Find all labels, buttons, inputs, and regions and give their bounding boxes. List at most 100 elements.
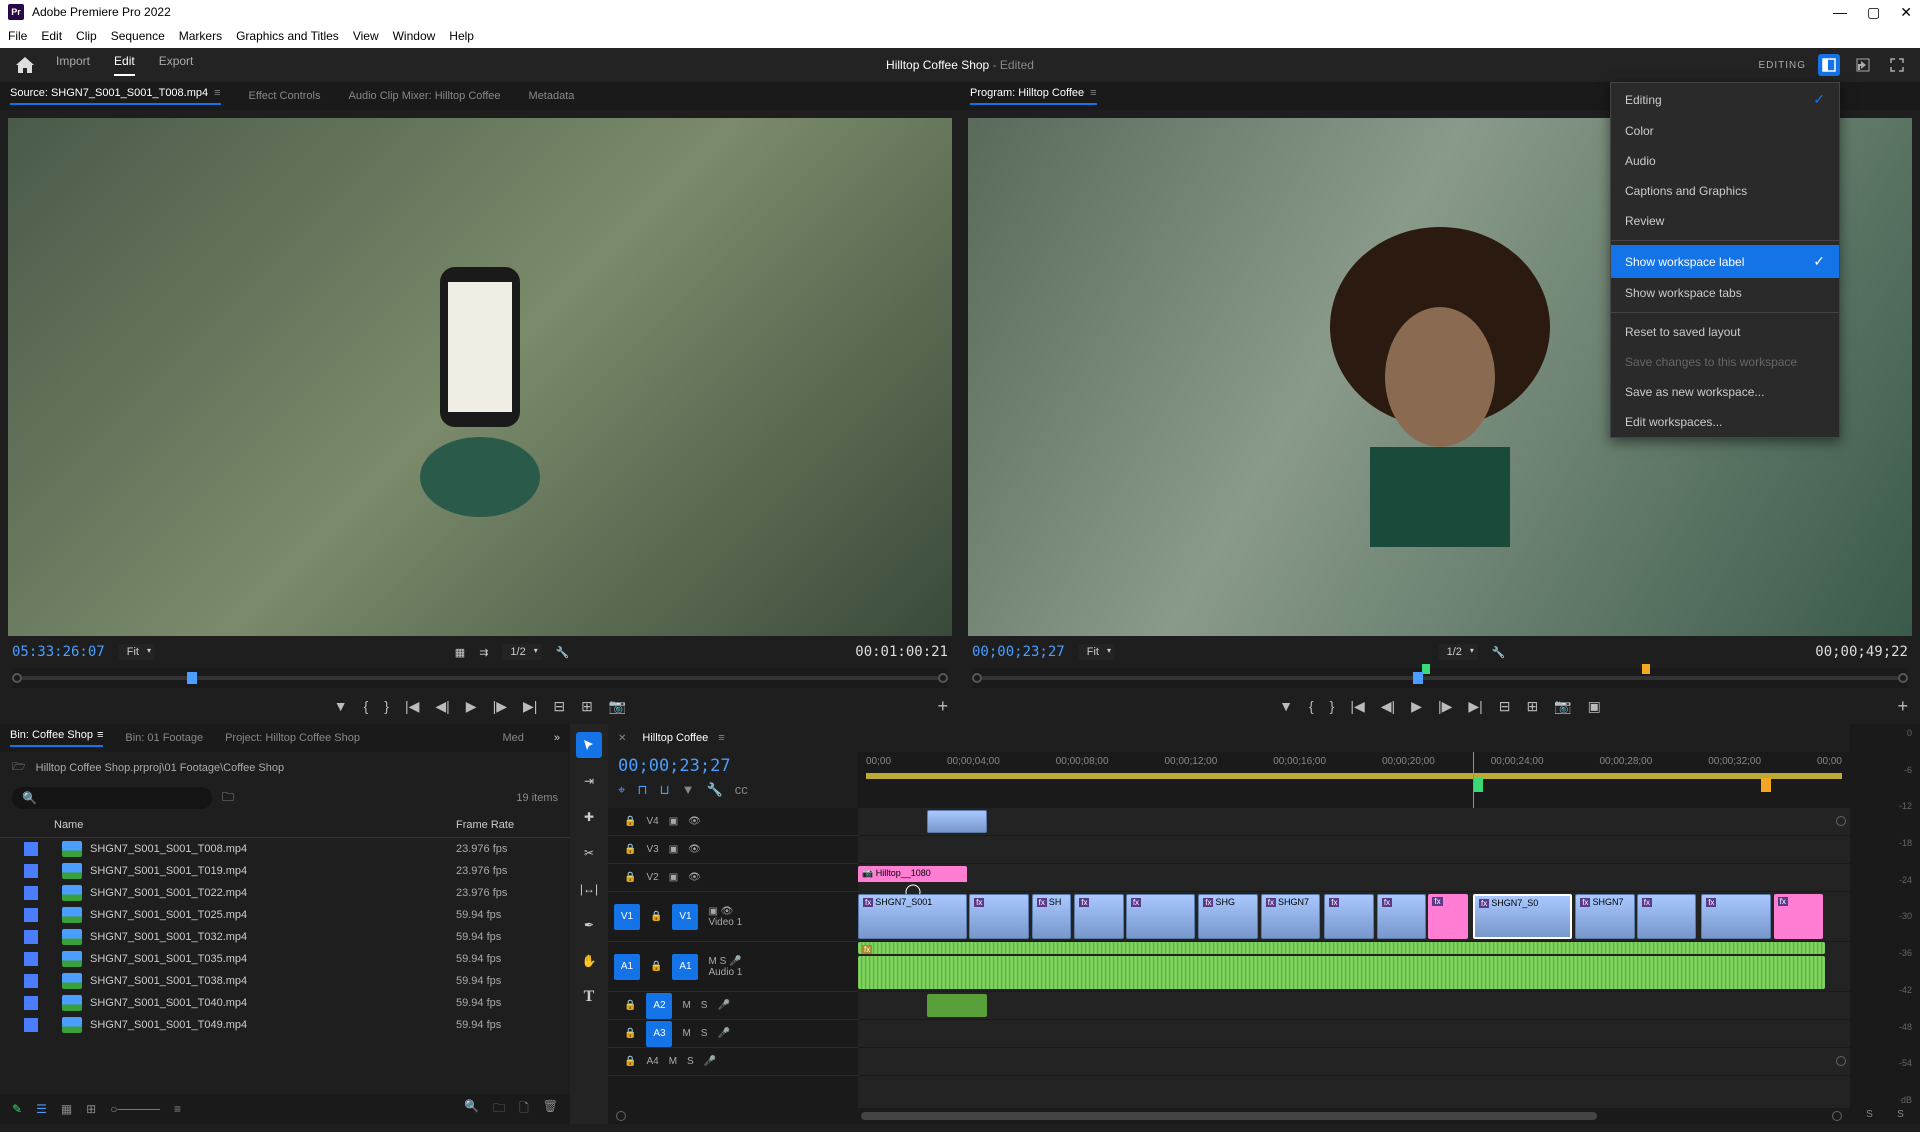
search-input[interactable]: 🔍 <box>12 787 212 809</box>
timeline-clip[interactable]: fxSH <box>1032 894 1072 939</box>
timeline-clip[interactable]: fx <box>1074 894 1124 939</box>
pen-tool[interactable]: ✒ <box>576 912 602 938</box>
timeline-timecode[interactable]: 00;00;23;27 <box>608 752 858 780</box>
timeline-ruler[interactable]: 00;0000;00;04;0000;00;08;0000;00;12;0000… <box>858 752 1850 808</box>
go-to-out-icon[interactable]: ▶| <box>1468 698 1482 715</box>
project-item[interactable]: SHGN7_S001_S001_T040.mp459.94 fps <box>0 992 570 1014</box>
button-editor-icon[interactable]: + <box>938 696 961 717</box>
export-frame-icon[interactable]: 📷 <box>609 698 626 715</box>
go-to-in-icon[interactable]: |◀ <box>1350 698 1364 715</box>
program-fit-dropdown[interactable]: Fit <box>1079 644 1115 660</box>
sort-icon[interactable]: ≡ <box>174 1102 181 1116</box>
workspace-item-save-as[interactable]: Save as new workspace... <box>1611 377 1839 407</box>
snap-icon[interactable]: ⌖ <box>618 782 625 798</box>
timeline-clip[interactable]: fxSHG <box>1198 894 1258 939</box>
workspace-item-editing[interactable]: Editing✓ <box>1611 83 1839 116</box>
timeline-audio-clip[interactable] <box>927 994 987 1017</box>
razor-tool[interactable]: ✂ <box>576 840 602 866</box>
lift-icon[interactable]: ⊟ <box>1499 698 1511 715</box>
marker-orange[interactable] <box>1761 778 1771 792</box>
zoom-slider[interactable]: ○───── <box>110 1102 160 1116</box>
close-sequence-icon[interactable] <box>618 732 632 744</box>
mark-out-icon[interactable]: } <box>1330 698 1335 714</box>
timeline-settings-icon[interactable]: ▼ <box>682 782 695 798</box>
timeline-clip[interactable]: fx <box>1428 894 1468 939</box>
menu-clip[interactable]: Clip <box>76 29 97 43</box>
panel-menu-icon[interactable]: ≡ <box>718 732 724 744</box>
track-a2[interactable]: A2 <box>646 993 672 1019</box>
type-tool[interactable]: T <box>576 984 602 1010</box>
timeline-clip[interactable]: fxSHGN7 <box>1575 894 1635 939</box>
menu-help[interactable]: Help <box>449 29 474 43</box>
pencil-icon[interactable]: ✎ <box>12 1102 22 1116</box>
captions-icon[interactable]: cc <box>735 782 748 798</box>
source-timecode-in[interactable]: 05:33:26:07 <box>12 644 105 660</box>
menu-file[interactable]: File <box>8 29 27 43</box>
bin-footage-tab[interactable]: Bin: 01 Footage <box>125 732 203 744</box>
maximize-button[interactable]: ▢ <box>1867 4 1880 21</box>
hand-tool[interactable]: ✋ <box>576 948 602 974</box>
step-forward-icon[interactable]: |▶ <box>1438 698 1452 715</box>
go-to-in-icon[interactable]: |◀ <box>405 698 419 715</box>
audio-clip-mixer-tab[interactable]: Audio Clip Mixer: Hilltop Coffee <box>349 90 501 102</box>
workspace-item-show-label[interactable]: Show workspace label✓ <box>1611 245 1839 278</box>
track-content[interactable]: 📷 Hilltop__1080 fxSHGN7_S001 fx fxSH fx … <box>858 808 1850 1108</box>
project-item[interactable]: SHGN7_S001_S001_T025.mp459.94 fps <box>0 904 570 926</box>
target-a1[interactable]: A1 <box>672 954 698 980</box>
program-timecode-in[interactable]: 00;00;23;27 <box>972 644 1065 660</box>
insert-icon[interactable]: ⊟ <box>553 698 565 715</box>
extract-icon[interactable]: ⊞ <box>1526 698 1538 715</box>
freeform-view-icon[interactable]: ⊞ <box>86 1102 96 1116</box>
timeline-clip[interactable]: fx <box>1377 894 1427 939</box>
workspace-item-show-tabs[interactable]: Show workspace tabs <box>1611 278 1839 308</box>
program-scrubber[interactable] <box>972 668 1908 688</box>
project-item[interactable]: SHGN7_S001_S001_T032.mp459.94 fps <box>0 926 570 948</box>
menu-sequence[interactable]: Sequence <box>111 29 165 43</box>
button-editor-icon[interactable]: + <box>1897 696 1920 717</box>
close-button[interactable]: ✕ <box>1900 4 1912 21</box>
fullscreen-icon[interactable] <box>1886 54 1908 76</box>
tab-import[interactable]: Import <box>56 54 90 76</box>
metadata-tab[interactable]: Metadata <box>529 90 575 102</box>
project-item[interactable]: SHGN7_S001_S001_T008.mp423.976 fps <box>0 838 570 860</box>
marker-green[interactable] <box>1473 778 1483 792</box>
settings-icon[interactable]: ▦ <box>455 646 465 659</box>
track-scroll-bottom-icon[interactable] <box>1836 1056 1846 1066</box>
selection-tool[interactable] <box>576 732 602 758</box>
timeline-clip[interactable]: fx <box>1126 894 1195 939</box>
framerate-column[interactable]: Frame Rate <box>456 819 546 831</box>
timeline-clip-selected[interactable]: fxSHGN7_S0 <box>1473 894 1572 939</box>
linked-selection-icon[interactable]: ⊓ <box>637 782 647 798</box>
minimize-button[interactable]: — <box>1833 4 1847 20</box>
comparison-view-icon[interactable]: ▣ <box>1588 698 1601 715</box>
workspace-item-reset[interactable]: Reset to saved layout <box>1611 317 1839 347</box>
overflow-icon[interactable]: » <box>554 732 560 744</box>
step-back-icon[interactable]: ◀| <box>1381 698 1395 715</box>
timeline-clip[interactable]: fx <box>1701 894 1770 939</box>
timeline-clip[interactable]: fxSHGN7 <box>1261 894 1321 939</box>
project-item[interactable]: SHGN7_S001_S001_T038.mp459.94 fps <box>0 970 570 992</box>
bin-icon[interactable]: 🗁 <box>12 758 26 777</box>
menu-window[interactable]: Window <box>393 29 436 43</box>
bin-coffee-tab[interactable]: Bin: Coffee Shop≡ <box>10 729 103 747</box>
step-forward-icon[interactable]: |▶ <box>493 698 507 715</box>
project-item[interactable]: SHGN7_S001_S001_T049.mp459.94 fps <box>0 1014 570 1036</box>
source-tab[interactable]: Source: SHGN7_S001_S001_T008.mp4≡ <box>10 87 221 105</box>
mark-in-icon[interactable]: { <box>364 698 369 714</box>
timeline-audio-clip[interactable]: fx <box>858 942 1825 954</box>
icon-view-icon[interactable]: ▦ <box>61 1102 72 1116</box>
track-v4[interactable]: V4 <box>646 816 658 827</box>
source-a1[interactable]: A1 <box>614 954 640 980</box>
target-v1[interactable]: V1 <box>672 904 698 930</box>
workspace-item-captions[interactable]: Captions and Graphics <box>1611 176 1839 206</box>
solo-left[interactable]: S <box>1866 1109 1873 1120</box>
wrench-icon[interactable]: 🔧 <box>707 782 723 798</box>
timeline-clip[interactable]: fx <box>1324 894 1374 939</box>
menu-markers[interactable]: Markers <box>179 29 222 43</box>
list-view-icon[interactable]: ☰ <box>36 1102 47 1116</box>
drag-icon[interactable]: ⇉ <box>479 646 488 659</box>
add-marker-icon[interactable]: ▼ <box>334 698 348 714</box>
ripple-edit-tool[interactable]: ✚ <box>576 804 602 830</box>
track-a4[interactable]: A4 <box>646 1056 658 1067</box>
source-zoom-dropdown[interactable]: 1/2 <box>502 644 541 660</box>
